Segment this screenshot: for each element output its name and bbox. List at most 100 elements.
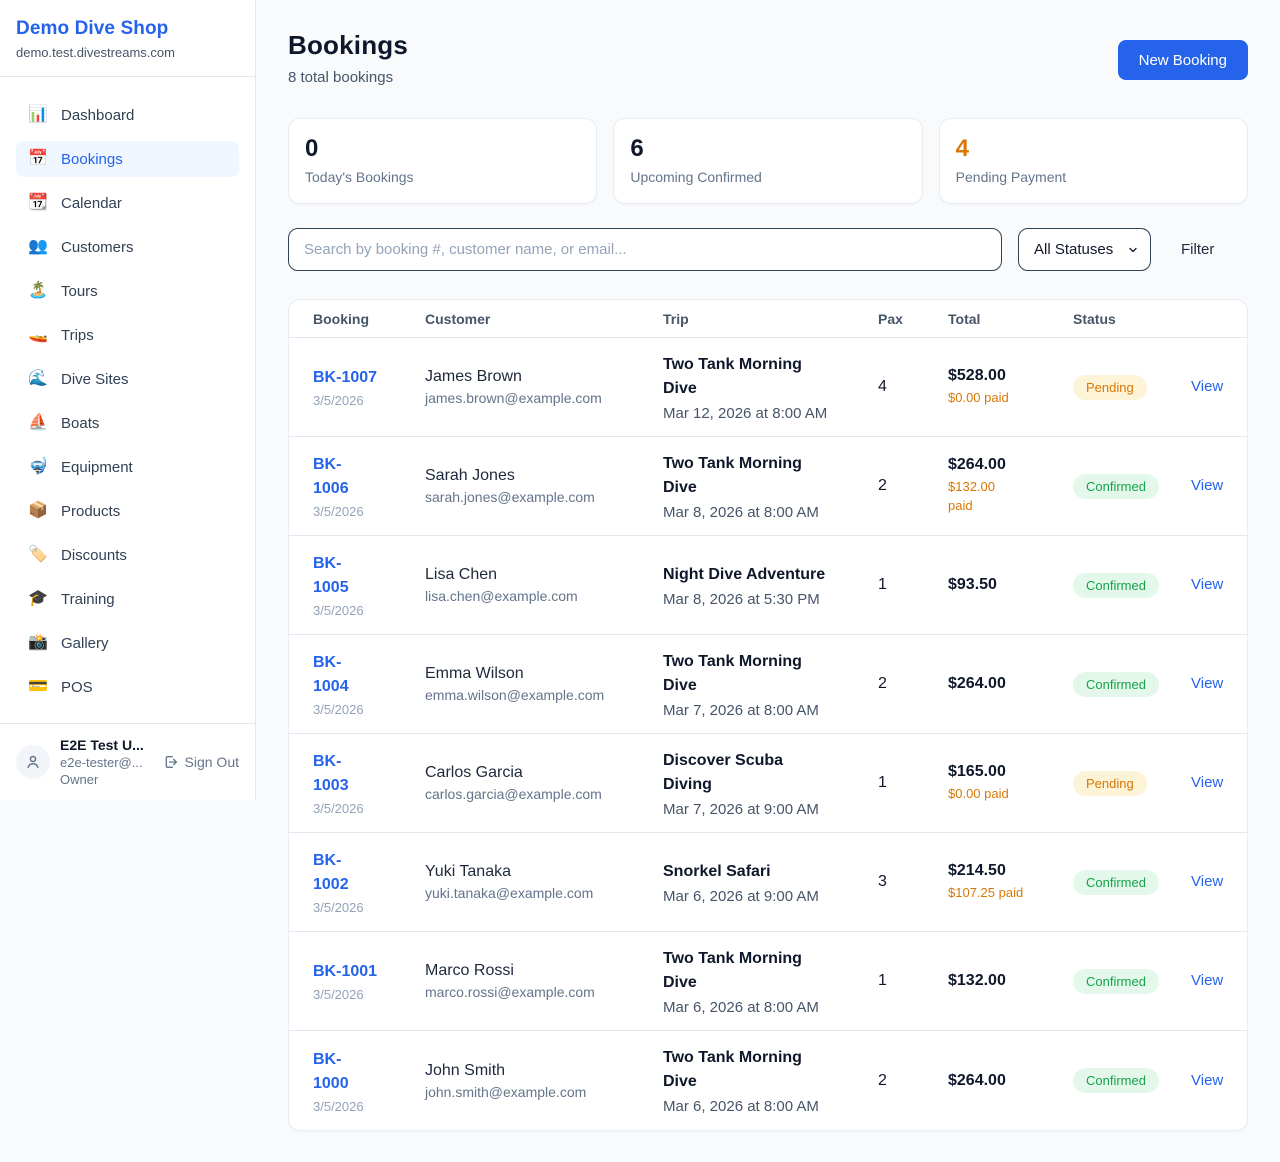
sidebar-item-products[interactable]: 📦 Products	[16, 493, 239, 529]
view-link[interactable]: View	[1191, 675, 1223, 692]
pax-count: 1	[878, 972, 948, 990]
trip-name: Discover Scuba Diving	[663, 749, 864, 797]
sidebar-item-bookings[interactable]: 📅 Bookings	[16, 141, 239, 177]
booking-id-link[interactable]: BK- 1003	[313, 750, 349, 798]
booking-id-link[interactable]: BK- 1004	[313, 651, 349, 699]
total-amount: $264.00	[948, 456, 1059, 474]
status-badge: Confirmed	[1073, 969, 1159, 994]
sidebar-item-boats[interactable]: ⛵ Boats	[16, 405, 239, 441]
trip-name: Snorkel Safari	[663, 860, 864, 884]
table-row: BK- 1006 3/5/2026 Sarah Jones sarah.jone…	[289, 437, 1247, 536]
sidebar-item-calendar[interactable]: 📆 Calendar	[16, 185, 239, 221]
table-body: BK-1007 3/5/2026 James Brown james.brown…	[289, 338, 1247, 1130]
customer-name: Yuki Tanaka	[425, 863, 649, 881]
col-total: Total	[948, 311, 1073, 327]
total-amount: $528.00	[948, 367, 1059, 385]
customer-email: emma.wilson@example.com	[425, 687, 649, 703]
total-amount: $264.00	[948, 1072, 1059, 1090]
sign-out-button[interactable]: Sign Out	[163, 754, 239, 770]
booking-id-link[interactable]: BK-1001	[313, 960, 377, 984]
sidebar-item-dashboard[interactable]: 📊 Dashboard	[16, 97, 239, 133]
customer-name: Sarah Jones	[425, 467, 649, 485]
sidebar-item-tours[interactable]: 🏝️ Tours	[16, 273, 239, 309]
tear-calendar-icon: 📆	[28, 195, 48, 211]
view-link[interactable]: View	[1191, 477, 1223, 494]
filter-button[interactable]: Filter	[1181, 241, 1214, 258]
trip-datetime: Mar 6, 2026 at 8:00 AM	[663, 1098, 864, 1115]
stat-value: 4	[956, 136, 1231, 162]
shop-domain: demo.test.divestreams.com	[16, 45, 239, 60]
trip-name: Night Dive Adventure	[663, 563, 864, 587]
tag-icon: 🏷️	[28, 547, 48, 563]
col-trip: Trip	[663, 311, 878, 327]
sidebar-item-label: Gallery	[61, 635, 109, 652]
new-booking-button[interactable]: New Booking	[1118, 40, 1248, 80]
trip-name: Two Tank Morning Dive	[663, 1046, 864, 1094]
main-content: Bookings 8 total bookings New Booking 0 …	[256, 0, 1280, 1131]
sidebar-nav: 📊 Dashboard 📅 Bookings 📆 Calendar 👥 Cust…	[0, 77, 255, 723]
user-name: E2E Test U...	[60, 737, 153, 753]
customer-name: Marco Rossi	[425, 962, 649, 980]
paid-amount: $0.00 paid	[948, 389, 1059, 408]
user-section: E2E Test U... e2e-tester@... Owner Sign …	[0, 723, 255, 800]
customer-email: marco.rossi@example.com	[425, 984, 649, 1000]
person-icon	[24, 753, 42, 771]
sidebar-item-label: Boats	[61, 415, 99, 432]
booking-date: 3/5/2026	[313, 1099, 411, 1114]
customer-name: Carlos Garcia	[425, 764, 649, 782]
sidebar-item-trips[interactable]: 🚤 Trips	[16, 317, 239, 353]
booking-date: 3/5/2026	[313, 393, 411, 408]
stat-label: Pending Payment	[956, 169, 1231, 185]
sidebar-item-label: POS	[61, 679, 93, 696]
view-link[interactable]: View	[1191, 972, 1223, 989]
view-link[interactable]: View	[1191, 873, 1223, 890]
paid-amount: $107.25 paid	[948, 884, 1059, 903]
trip-datetime: Mar 12, 2026 at 8:00 AM	[663, 405, 864, 422]
sidebar-item-label: Equipment	[61, 459, 133, 476]
booking-id-link[interactable]: BK- 1006	[313, 453, 349, 501]
table-row: BK- 1005 3/5/2026 Lisa Chen lisa.chen@ex…	[289, 536, 1247, 635]
sidebar-item-label: Dive Sites	[61, 371, 129, 388]
sidebar-item-label: Discounts	[61, 547, 127, 564]
sidebar-item-gallery[interactable]: 📸 Gallery	[16, 625, 239, 661]
trip-datetime: Mar 7, 2026 at 8:00 AM	[663, 702, 864, 719]
trip-datetime: Mar 8, 2026 at 8:00 AM	[663, 504, 864, 521]
view-link[interactable]: View	[1191, 1072, 1223, 1089]
stat-card: 0 Today's Bookings	[288, 118, 597, 204]
booking-id-link[interactable]: BK- 1002	[313, 849, 349, 897]
total-amount: $132.00	[948, 972, 1059, 990]
wave-icon: 🌊	[28, 371, 48, 387]
col-booking: Booking	[313, 311, 425, 327]
filter-row: All Statuses Filter	[288, 228, 1248, 271]
stat-label: Today's Bookings	[305, 169, 580, 185]
user-info: E2E Test U... e2e-tester@... Owner	[60, 737, 153, 787]
view-link[interactable]: View	[1191, 576, 1223, 593]
booking-id-link[interactable]: BK-1007	[313, 366, 377, 390]
booking-id-link[interactable]: BK- 1000	[313, 1048, 349, 1096]
customer-email: lisa.chen@example.com	[425, 588, 649, 604]
booking-id-link[interactable]: BK- 1005	[313, 552, 349, 600]
col-pax: Pax	[878, 311, 948, 327]
sidebar-item-discounts[interactable]: 🏷️ Discounts	[16, 537, 239, 573]
status-select[interactable]: All Statuses	[1018, 228, 1151, 271]
status-badge: Confirmed	[1073, 1068, 1159, 1093]
sidebar-item-customers[interactable]: 👥 Customers	[16, 229, 239, 265]
booking-date: 3/5/2026	[313, 987, 411, 1002]
customer-name: Lisa Chen	[425, 566, 649, 584]
pax-count: 3	[878, 873, 948, 891]
sidebar-item-training[interactable]: 🎓 Training	[16, 581, 239, 617]
sidebar-item-equipment[interactable]: 🤿 Equipment	[16, 449, 239, 485]
status-badge: Confirmed	[1073, 573, 1159, 598]
sidebar-item-dive-sites[interactable]: 🌊 Dive Sites	[16, 361, 239, 397]
sidebar: Demo Dive Shop demo.test.divestreams.com…	[0, 0, 256, 800]
sidebar-item-label: Products	[61, 503, 120, 520]
search-input[interactable]	[288, 228, 1002, 271]
view-link[interactable]: View	[1191, 774, 1223, 791]
sidebar-item-pos[interactable]: 💳 POS	[16, 669, 239, 705]
total-amount: $264.00	[948, 675, 1059, 693]
status-badge: Pending	[1073, 771, 1147, 796]
view-link[interactable]: View	[1191, 378, 1223, 395]
page-title: Bookings	[288, 30, 408, 61]
table-row: BK-1001 3/5/2026 Marco Rossi marco.rossi…	[289, 932, 1247, 1031]
customer-name: Emma Wilson	[425, 665, 649, 683]
